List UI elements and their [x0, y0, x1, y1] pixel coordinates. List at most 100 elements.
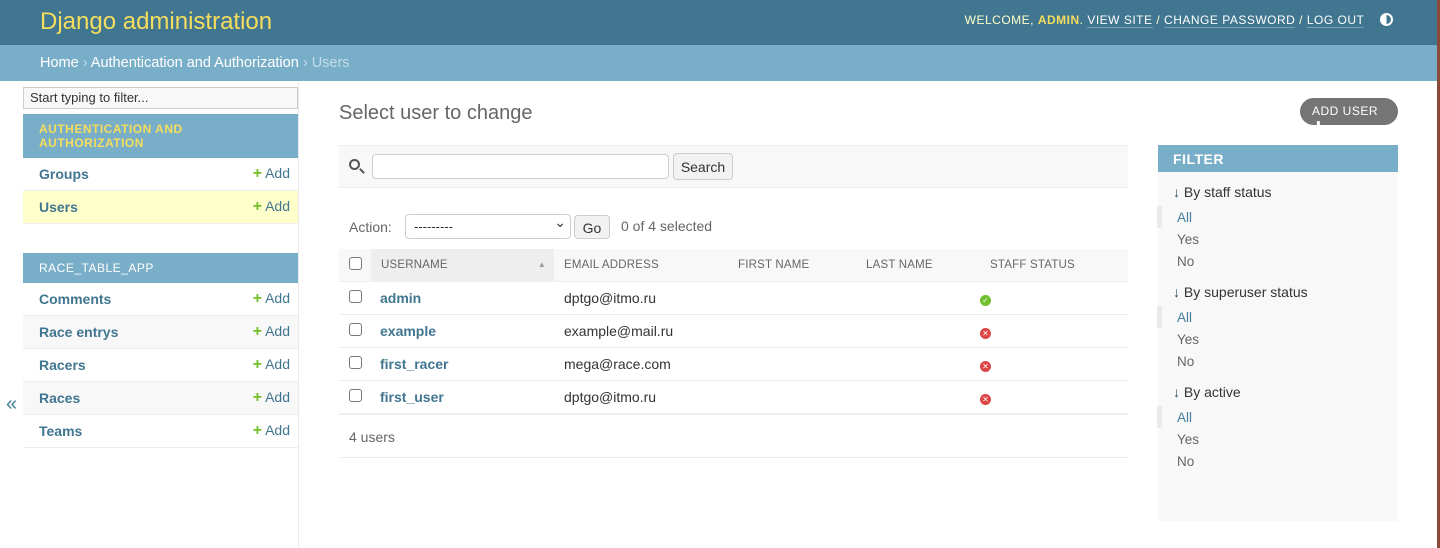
filter-option-link[interactable]: No [1177, 454, 1194, 469]
sidebar-item[interactable]: Comments + Add [23, 283, 298, 316]
filter-option-link[interactable]: No [1177, 254, 1194, 269]
add-link[interactable]: + Add [253, 323, 290, 341]
plus-icon: + [252, 323, 263, 340]
filter-option: All [1157, 406, 1398, 428]
filter-option-link[interactable]: Yes [1177, 332, 1199, 347]
filter-group: ↓ By active All Yes No [1157, 372, 1398, 472]
add-label: Add [265, 165, 290, 181]
sidebar-item[interactable]: Races + Add [23, 382, 298, 415]
model-link[interactable]: Teams [39, 423, 82, 439]
filter-option-link[interactable]: All [1177, 410, 1192, 425]
column-last-name[interactable]: Last name [856, 249, 980, 282]
filter-option-link[interactable]: All [1177, 210, 1192, 225]
breadcrumb-home[interactable]: Home [40, 55, 79, 71]
results-table: Username ▲ Email address First name Last … [339, 249, 1128, 414]
add-user-button[interactable]: Add user ✚ [1300, 98, 1398, 136]
filter-title: Filter [1158, 145, 1398, 172]
row-checkbox[interactable] [349, 355, 362, 369]
arrow-down-icon[interactable]: ↓ [1173, 284, 1180, 300]
collapse-sidebar-icon[interactable]: « [6, 393, 17, 416]
search-icon [349, 159, 360, 170]
plus-icon: + [252, 356, 263, 373]
filter-group-label: By active [1183, 384, 1241, 400]
filter-option: All [1157, 306, 1398, 328]
change-password-link[interactable]: Change password [1164, 13, 1296, 28]
column-staff-status[interactable]: Staff status [980, 249, 1128, 282]
select-all-checkbox[interactable] [349, 256, 362, 270]
filter-group-label: By superuser status [1183, 284, 1308, 300]
add-link[interactable]: + Add [253, 389, 290, 407]
username: admin [1037, 13, 1080, 27]
nav-filter-input[interactable]: Start typing to filter... [23, 87, 298, 109]
module-caption[interactable]: race_table_app [23, 253, 298, 283]
username-link[interactable]: first_user [380, 389, 444, 405]
view-site-link[interactable]: View site [1087, 13, 1153, 28]
sidebar-item[interactable]: Groups + Add [23, 158, 298, 191]
last-name-cell [856, 281, 980, 315]
username-link[interactable]: example [380, 323, 436, 339]
filter-option-link[interactable]: Yes [1177, 432, 1199, 447]
breadcrumb-separator: › [82, 55, 88, 71]
arrow-down-icon[interactable]: ↓ [1173, 384, 1180, 400]
module-caption[interactable]: Authentication and Authorization [23, 114, 298, 158]
last-name-cell [856, 347, 980, 381]
action-label: Action: [349, 219, 392, 235]
plus-icon: + [252, 165, 263, 182]
filter-option-link[interactable]: All [1177, 310, 1192, 325]
model-link[interactable]: Races [39, 390, 80, 406]
filter-group-title: ↓ By active [1158, 372, 1398, 406]
first-name-cell [728, 347, 856, 381]
action-select[interactable]: --------- [405, 214, 571, 239]
row-checkbox[interactable] [349, 289, 362, 303]
plus-icon: + [252, 389, 263, 406]
filter-group: ↓ By staff status All Yes No [1157, 172, 1398, 272]
email-cell: dptgo@itmo.ru [554, 281, 728, 315]
filter-group-title: ↓ By staff status [1158, 172, 1398, 206]
sidebar-item[interactable]: Race entrys + Add [23, 316, 298, 349]
paginator: 4 users [339, 414, 1128, 458]
cross-icon: ✕ [980, 327, 991, 339]
search-input[interactable] [372, 154, 669, 179]
sidebar-item[interactable]: Racers + Add [23, 349, 298, 382]
row-checkbox[interactable] [349, 322, 362, 336]
breadcrumb-current: Users [311, 55, 350, 71]
sort-ascending-icon[interactable]: ▲ [538, 260, 546, 269]
arrow-down-icon[interactable]: ↓ [1173, 184, 1180, 200]
model-link[interactable]: Groups [39, 166, 89, 182]
add-link[interactable]: + Add [253, 290, 290, 308]
column-email[interactable]: Email address [554, 249, 728, 282]
theme-toggle-icon[interactable] [1380, 13, 1393, 26]
sidebar-item[interactable]: Users + Add [23, 191, 298, 224]
check-icon: ✓ [980, 294, 991, 306]
header: Django administration Welcome, admin. Vi… [0, 0, 1437, 45]
username-link[interactable]: first_racer [380, 356, 449, 372]
log-out-link[interactable]: Log out [1306, 13, 1365, 28]
add-link[interactable]: + Add [253, 422, 290, 440]
column-first-name[interactable]: First name [728, 249, 856, 282]
breadcrumb-separator: › [302, 55, 308, 71]
add-label: Add [265, 356, 290, 372]
add-link[interactable]: + Add [253, 356, 290, 374]
model-link[interactable]: Race entrys [39, 324, 118, 340]
add-link[interactable]: + Add [253, 198, 290, 216]
search-button[interactable]: Search [673, 153, 733, 180]
last-name-cell [856, 314, 980, 348]
welcome-text: Welcome, [964, 13, 1034, 27]
sidebar-item[interactable]: Teams + Add [23, 415, 298, 448]
model-link[interactable]: Racers [39, 357, 86, 373]
add-label: Add [265, 290, 290, 306]
breadcrumb-app[interactable]: Authentication and Authorization [91, 55, 299, 71]
model-link[interactable]: Users [39, 199, 78, 215]
add-label: Add [265, 422, 290, 438]
column-username[interactable]: Username ▲ [371, 249, 554, 282]
go-button[interactable]: Go [574, 215, 610, 239]
site-title[interactable]: Django administration [40, 8, 272, 36]
breadcrumb: Home › Authentication and Authorization … [0, 45, 1437, 81]
row-checkbox[interactable] [349, 388, 362, 402]
model-link[interactable]: Comments [39, 291, 111, 307]
username-link[interactable]: admin [380, 290, 421, 306]
filter-option-link[interactable]: Yes [1177, 232, 1199, 247]
filter-option-link[interactable]: No [1177, 354, 1194, 369]
add-label: Add [265, 389, 290, 405]
add-link[interactable]: + Add [253, 165, 290, 183]
